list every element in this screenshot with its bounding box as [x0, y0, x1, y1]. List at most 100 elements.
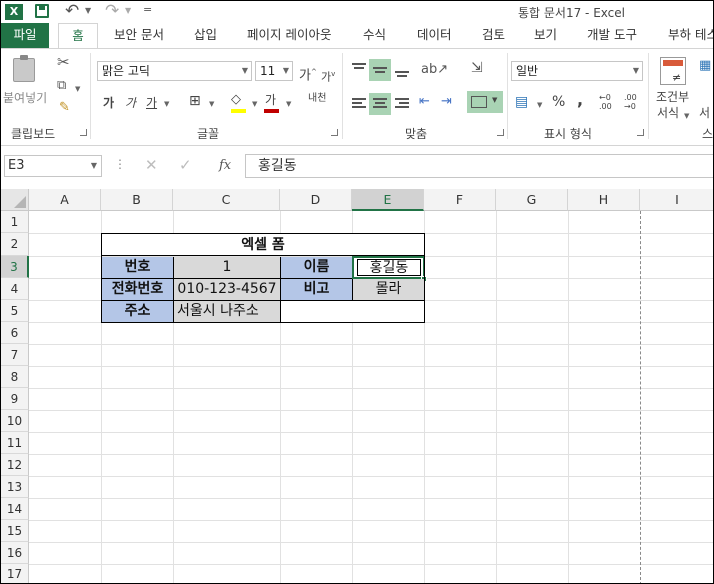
conditional-formatting-label-2[interactable]: 서식 — [657, 106, 679, 120]
tab-view[interactable]: 보기 — [534, 23, 557, 49]
wrap-text-icon[interactable]: ⇲ — [471, 61, 483, 75]
row-header-9[interactable]: 9 — [1, 388, 29, 410]
underline-button[interactable]: 가 — [146, 96, 157, 110]
align-top-button[interactable] — [348, 59, 370, 81]
tab-page-layout[interactable]: 페이지 레이아웃 — [247, 23, 331, 49]
font-color-button[interactable]: 가 — [265, 93, 276, 107]
row-header-10[interactable]: 10 — [1, 410, 29, 432]
align-center-button[interactable] — [369, 93, 391, 115]
tab-secure-document[interactable]: 보안 문서 — [114, 23, 164, 49]
save-icon[interactable] — [35, 4, 49, 18]
customize-quick-access-icon[interactable]: = — [143, 3, 152, 16]
row-header-12[interactable]: 12 — [1, 454, 29, 476]
fill-color-dropdown-icon[interactable]: ▼ — [252, 97, 257, 111]
row-header-4[interactable]: 4 — [1, 278, 29, 300]
column-header-b[interactable]: B — [101, 189, 173, 211]
font-launcher-icon[interactable] — [331, 129, 338, 136]
format-painter-icon[interactable]: ✎ — [59, 101, 70, 115]
name-box[interactable]: E3 ▼ — [4, 155, 102, 177]
copy-dropdown-icon[interactable]: ▼ — [75, 82, 80, 96]
column-header-c[interactable]: C — [173, 189, 280, 211]
row-header-5[interactable]: 5 — [1, 300, 29, 322]
alignment-launcher-icon[interactable] — [497, 129, 504, 136]
row-header-2[interactable]: 2 — [1, 233, 29, 256]
font-size-select[interactable]: 11 ▼ — [255, 61, 293, 81]
select-all-button[interactable] — [1, 189, 29, 211]
number-format-select[interactable]: 일반 ▼ — [511, 61, 643, 81]
tab-file[interactable]: 파일 — [1, 23, 49, 49]
increase-decimal-button[interactable]: ←0 .00 — [599, 93, 621, 111]
paste-icon[interactable] — [13, 55, 35, 82]
align-bottom-button[interactable] — [391, 59, 413, 81]
clipboard-launcher-icon[interactable] — [80, 129, 87, 136]
underline-dropdown-icon[interactable]: ▼ — [164, 97, 169, 111]
format-as-table-label[interactable]: 서 — [699, 106, 710, 120]
row-header-6[interactable]: 6 — [1, 322, 29, 344]
tab-data[interactable]: 데이터 — [417, 23, 452, 49]
percent-style-button[interactable]: % — [552, 95, 565, 109]
column-header-f[interactable]: F — [424, 189, 496, 211]
row-header-7[interactable]: 7 — [1, 344, 29, 366]
accounting-dropdown-icon[interactable]: ▼ — [537, 98, 542, 112]
font-name-select[interactable]: 맑은 고딕 ▼ — [97, 61, 252, 81]
orientation-icon[interactable]: ab↗ — [421, 63, 448, 77]
formula-input[interactable]: 홍길동 — [245, 154, 713, 178]
merge-center-button[interactable]: ▼ — [467, 91, 503, 113]
cancel-icon[interactable]: ✕ — [145, 156, 158, 174]
row-header-8[interactable]: 8 — [1, 366, 29, 388]
number-launcher-icon[interactable] — [637, 129, 644, 136]
borders-dropdown-icon[interactable]: ▼ — [209, 97, 214, 111]
decrease-decimal-button[interactable]: .00 →0 — [624, 93, 646, 111]
tab-load-test[interactable]: 부하 테스 — [668, 23, 713, 49]
row-header-17[interactable]: 17 — [1, 564, 29, 583]
row-header-15[interactable]: 15 — [1, 520, 29, 542]
font-color-dropdown-icon[interactable]: ▼ — [286, 97, 291, 111]
copy-icon[interactable]: ⧉ — [57, 79, 66, 93]
align-left-button[interactable] — [348, 93, 370, 115]
accounting-format-icon[interactable]: ▤ — [515, 95, 528, 109]
column-header-h[interactable]: H — [568, 189, 640, 211]
conditional-formatting-dropdown-icon[interactable]: ▼ — [684, 109, 689, 123]
increase-font-button[interactable]: 가^ — [299, 65, 317, 83]
column-header-a[interactable]: A — [29, 189, 101, 211]
row-header-14[interactable]: 14 — [1, 498, 29, 520]
undo-icon[interactable]: ↶ — [65, 1, 79, 21]
tab-insert[interactable]: 삽입 — [194, 23, 217, 49]
row-header-3[interactable]: 3 — [1, 256, 29, 278]
row-header-1[interactable]: 1 — [1, 211, 29, 233]
redo-dropdown-icon[interactable]: ▼ — [125, 6, 131, 15]
decrease-indent-icon[interactable]: ⇤ — [419, 95, 430, 109]
fill-color-icon[interactable]: ◇ — [231, 93, 241, 107]
bold-button[interactable]: 가 — [103, 96, 114, 110]
paste-button[interactable]: 붙여넣기 — [3, 91, 47, 105]
formula-bar-grip-icon[interactable]: ⋮ — [114, 157, 126, 171]
format-as-table-icon[interactable]: ▦ — [699, 59, 711, 73]
conditional-formatting-icon[interactable] — [660, 57, 686, 85]
undo-dropdown-icon[interactable]: ▼ — [85, 6, 91, 15]
phonetic-guide-button[interactable]: 내천 — [308, 92, 326, 106]
insert-function-icon[interactable]: fx — [219, 158, 231, 173]
tab-developer[interactable]: 개발 도구 — [587, 23, 637, 49]
tab-formulas[interactable]: 수식 — [363, 23, 386, 49]
align-right-button[interactable] — [391, 93, 413, 115]
comma-style-button[interactable]: , — [577, 92, 583, 108]
tab-home[interactable]: 홈 — [58, 23, 98, 50]
borders-icon[interactable]: ⊞ — [189, 94, 201, 108]
column-header-e[interactable]: E — [352, 189, 424, 211]
row-header-13[interactable]: 13 — [1, 476, 29, 498]
column-header-d[interactable]: D — [280, 189, 352, 211]
italic-button[interactable]: 가 — [125, 96, 136, 110]
column-header-g[interactable]: G — [496, 189, 568, 211]
row-header-11[interactable]: 11 — [1, 432, 29, 454]
redo-icon[interactable]: ↷ — [105, 1, 119, 21]
excel-app-icon[interactable]: X — [5, 4, 23, 20]
decrease-font-button[interactable]: 가v — [321, 67, 335, 85]
cut-icon[interactable]: ✂ — [57, 55, 70, 70]
align-middle-button[interactable] — [369, 59, 391, 81]
tab-review[interactable]: 검토 — [482, 23, 505, 49]
enter-icon[interactable]: ✓ — [179, 156, 192, 174]
increase-indent-icon[interactable]: ⇥ — [441, 95, 452, 109]
column-header-i[interactable]: I — [640, 189, 713, 211]
conditional-formatting-label-1[interactable]: 조건부 — [656, 90, 689, 104]
row-header-16[interactable]: 16 — [1, 542, 29, 564]
